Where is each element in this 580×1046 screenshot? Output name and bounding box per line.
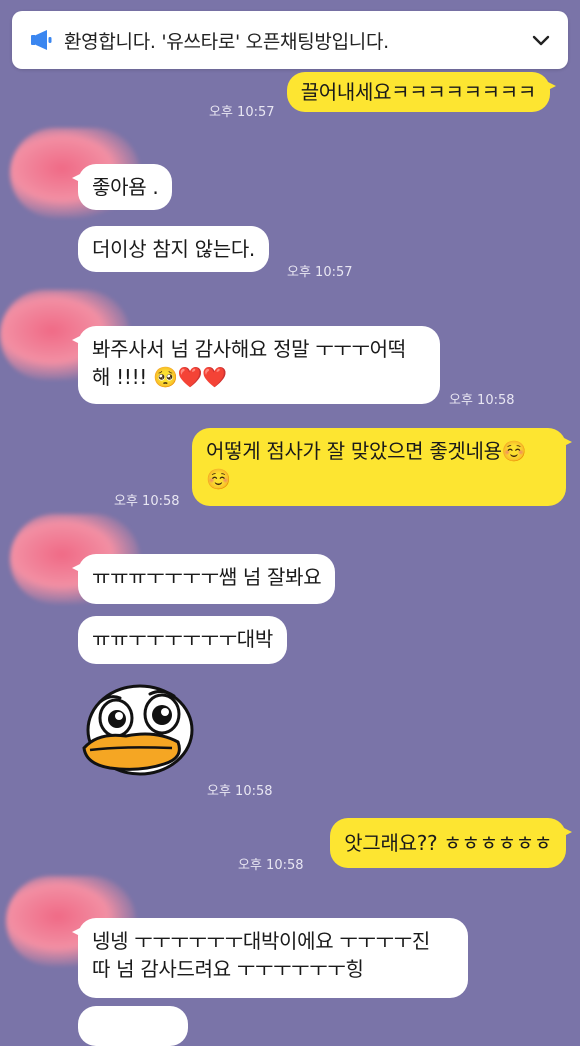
- message-bubble-mine[interactable]: 어떻게 점사가 잘 맞았으면 좋겟네용☺️ ☺️: [192, 428, 572, 506]
- message-text-line: 넹넹 ㅜㅜㅜㅜㅜㅜ대박이에요 ㅜㅜㅜㅜ진: [92, 929, 430, 953]
- message-bubble-mine[interactable]: 앗그래요?? ㅎㅎㅎㅎㅎㅎ: [330, 818, 572, 868]
- message-time: 오후 10:58: [114, 494, 180, 509]
- message-bubble-other[interactable]: ㅠㅠㅜㅜㅜㅜㅜㅜ대박: [78, 616, 287, 664]
- message-bubble-other[interactable]: 좋아욤 .: [71, 164, 173, 210]
- message-text: 끌어내세요ㅋㅋㅋㅋㅋㅋㅋㅋ: [300, 80, 537, 104]
- message-time: 오후 10:58: [238, 858, 304, 873]
- message-bubble-other[interactable]: 넹넹 ㅜㅜㅜㅜㅜㅜ대박이에요 ㅜㅜㅜㅜ진 따 넘 감사드려요 ㅜㅜㅜㅜㅜㅜ힝: [72, 918, 468, 998]
- message-text-line: 봐주사서 넘 감사해요 정말 ㅜㅜㅜ어떡: [92, 337, 406, 361]
- message-time: 오후 10:57: [209, 105, 275, 120]
- message-text-line: 어떻게 점사가 잘 맞았으면 좋겟네용☺️: [206, 439, 527, 463]
- notice-banner[interactable]: 환영합니다. '유쓰타로' 오픈채팅방입니다.: [12, 11, 568, 69]
- duck-sticker[interactable]: [80, 684, 196, 780]
- message-text: 더이상 참지 않는다.: [92, 237, 255, 261]
- message-time: 오후 10:58: [449, 393, 515, 408]
- message-bubble-other-partial[interactable]: [78, 1006, 188, 1046]
- message-text: ㅠㅠㅠㅜㅜㅜㅜ쌤 넘 잘봐요: [92, 565, 322, 589]
- message-time: 오후 10:57: [287, 265, 353, 280]
- message-text-line: 따 넘 감사드려요 ㅜㅜㅜㅜㅜㅜ힝: [92, 957, 364, 981]
- message-text-line: ☺️: [206, 467, 231, 491]
- message-time: 오후 10:58: [207, 784, 273, 799]
- message-bubble-other[interactable]: ㅠㅠㅠㅜㅜㅜㅜ쌤 넘 잘봐요: [71, 554, 336, 604]
- notice-text: 환영합니다. '유쓰타로' 오픈채팅방입니다.: [64, 30, 389, 53]
- message-text: ㅠㅠㅜㅜㅜㅜㅜㅜ대박: [92, 627, 273, 651]
- message-text: 좋아욤 .: [92, 175, 159, 199]
- message-text-line: 해 !!!!: [92, 365, 148, 389]
- message-bubble-mine[interactable]: 끌어내세요ㅋㅋㅋㅋㅋㅋㅋㅋ: [286, 72, 557, 112]
- message-text: 앗그래요?? ㅎㅎㅎㅎㅎㅎ: [344, 831, 552, 855]
- chevron-down-icon[interactable]: [530, 29, 552, 51]
- message-bubble-other[interactable]: 봐주사서 넘 감사해요 정말 ㅜㅜㅜ어떡 해 !!!! 🥺❤️❤️: [72, 326, 440, 404]
- megaphone-icon: [31, 30, 52, 50]
- message-bubble-other[interactable]: 더이상 참지 않는다.: [78, 226, 269, 272]
- emoji-pleading-hearts: 🥺❤️❤️: [153, 365, 227, 389]
